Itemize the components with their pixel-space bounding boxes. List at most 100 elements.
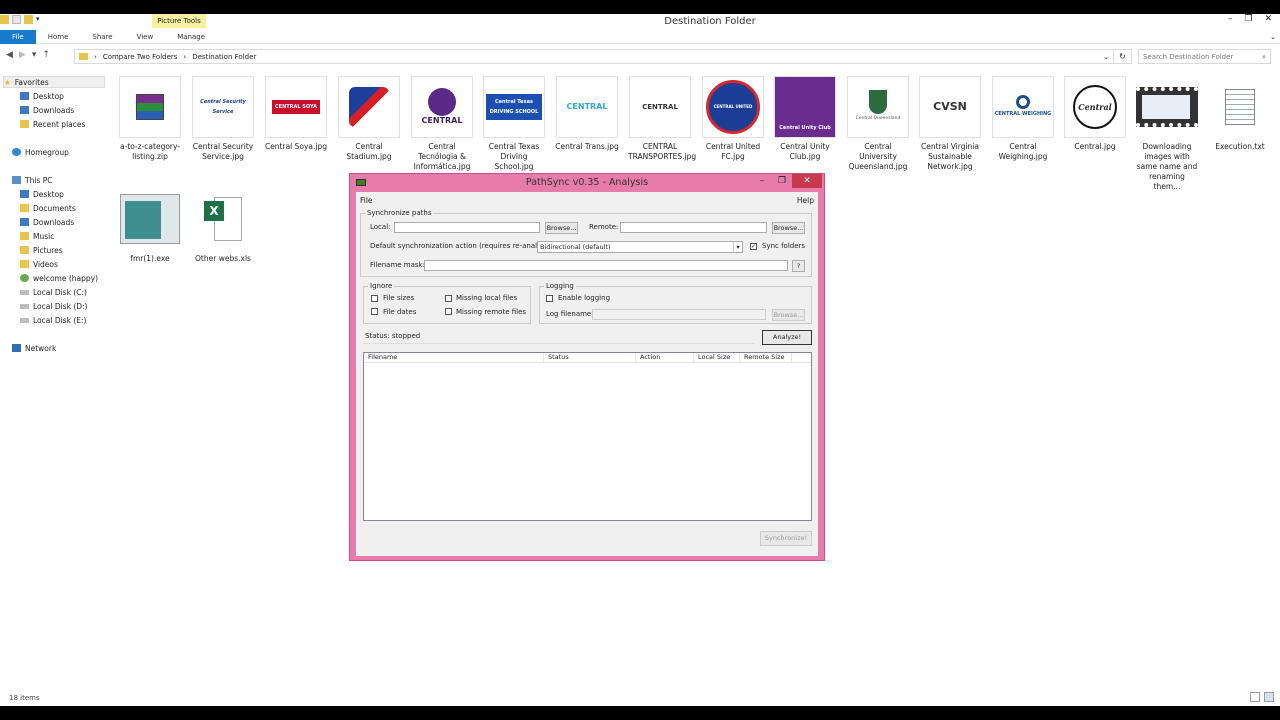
maximize-button[interactable]: ❐ xyxy=(1244,14,1252,24)
log-filename-label: Log filename: xyxy=(546,310,594,318)
nav-desktop[interactable]: Desktop xyxy=(20,90,64,102)
back-icon[interactable]: ◀ xyxy=(6,50,13,60)
sync-folders-checkbox[interactable]: ✓ xyxy=(750,243,757,250)
pictures-icon xyxy=(20,246,29,254)
tab-view[interactable]: View xyxy=(125,30,166,44)
forward-icon[interactable]: ▶ xyxy=(19,50,26,60)
nav-music[interactable]: Music xyxy=(20,230,54,242)
tab-manage[interactable]: Manage xyxy=(165,30,217,44)
tab-share[interactable]: Share xyxy=(80,30,124,44)
nav-pc-desktop[interactable]: Desktop xyxy=(20,188,64,200)
address-box[interactable]: › Compare Two Folders › Destination Fold… xyxy=(74,49,1114,64)
downloads-icon xyxy=(20,106,29,114)
remote-label: Remote: xyxy=(589,223,619,231)
file-central-soya[interactable]: CENTRAL SOYA Central Soya.jpg xyxy=(264,76,328,152)
file-central-stadium[interactable]: Central Stadium.jpg xyxy=(337,76,401,162)
search-placeholder: Search Destination Folder xyxy=(1143,53,1234,61)
nav-documents[interactable]: Documents xyxy=(20,202,76,214)
up-icon[interactable]: ↑ xyxy=(42,50,50,60)
file-list[interactable]: Filename Status Action Local Size Remote… xyxy=(363,352,812,521)
column-remote-size[interactable]: Remote Size xyxy=(740,353,792,362)
nav-disk-d[interactable]: Local Disk (D:) xyxy=(20,300,87,312)
file-a-to-z-category-listing[interactable]: a-to-z-category-listing.zip xyxy=(118,76,182,162)
default-action-select[interactable]: Bidirectional (default) ▾ xyxy=(537,241,743,253)
tab-home[interactable]: Home xyxy=(36,30,81,44)
ignore-file-sizes-checkbox[interactable] xyxy=(371,295,378,302)
maximize-button[interactable]: ❐ xyxy=(772,174,792,188)
nav-this-pc[interactable]: This PC xyxy=(12,174,52,186)
nav-recent-places[interactable]: Recent places xyxy=(20,118,85,130)
user-folder-icon xyxy=(20,274,29,282)
file-central-tecnologia[interactable]: CENTRAL Central Tecnólogia & Informática… xyxy=(410,76,474,172)
expand-ribbon-icon[interactable]: ⌄ xyxy=(1270,30,1280,43)
synchronize-button[interactable]: Synchronize! xyxy=(760,531,812,546)
column-status[interactable]: Status xyxy=(544,353,636,362)
log-filename-input[interactable] xyxy=(592,309,766,320)
remote-browse-button[interactable]: Browse... xyxy=(772,222,805,234)
breadcrumb-destination-folder[interactable]: Destination Folder xyxy=(192,53,256,61)
nav-pc-downloads[interactable]: Downloads xyxy=(20,216,74,228)
address-dropdown-icon[interactable]: ⌄ xyxy=(1103,53,1109,61)
mask-help-button[interactable]: ? xyxy=(792,260,805,272)
search-input[interactable]: Search Destination Folder ⌕ xyxy=(1138,49,1271,64)
file-central-unity-club[interactable]: Central Unity Club Central Unity Club.jp… xyxy=(773,76,837,162)
refresh-button[interactable]: ↻ xyxy=(1114,49,1132,64)
file-central-weighing[interactable]: CENTRAL WEIGHING Central Weighing.jpg xyxy=(991,76,1055,162)
nav-disk-e[interactable]: Local Disk (E:) xyxy=(20,314,86,326)
nav-welcome-happy[interactable]: welcome (happy) xyxy=(20,272,98,284)
close-button[interactable]: ✕ xyxy=(792,174,822,188)
ignore-missing-remote-checkbox[interactable] xyxy=(445,308,452,315)
recent-chevron-icon[interactable]: ▾ xyxy=(32,50,37,60)
remote-path-input[interactable] xyxy=(620,222,767,233)
file-other-webs-xls[interactable]: X Other webs.xls xyxy=(191,188,255,264)
breadcrumb-compare-two-folders[interactable]: Compare Two Folders xyxy=(103,53,178,61)
column-local-size[interactable]: Local Size xyxy=(694,353,740,362)
logo-thumbnail: CENTRAL xyxy=(556,76,618,138)
menu-help[interactable]: Help xyxy=(797,196,814,205)
analyze-button[interactable]: Analyze! xyxy=(762,330,812,345)
minimize-button[interactable]: – xyxy=(752,174,772,188)
ignore-missing-local-checkbox[interactable] xyxy=(445,295,452,302)
nav-pictures[interactable]: Pictures xyxy=(20,244,63,256)
enable-logging-label: Enable logging xyxy=(558,294,611,302)
file-central-united-fc[interactable]: CENTRAL UNITED Central United FC.jpg xyxy=(701,76,765,162)
breadcrumb-separator: › xyxy=(183,52,187,61)
nav-favorites[interactable]: ★ Favorites xyxy=(3,76,105,88)
logo-thumbnail: CVSN xyxy=(919,76,981,138)
minimize-button[interactable]: – xyxy=(1228,14,1233,24)
nav-homegroup[interactable]: Homegroup xyxy=(12,146,69,158)
file-central-university-queensland[interactable]: Central Queensland Central University Qu… xyxy=(846,76,910,172)
file-fmr-exe[interactable]: fmr(1).exe xyxy=(118,188,182,264)
file-central-security-service[interactable]: Central Security Service Central Securit… xyxy=(191,76,255,162)
sync-folders-label: Sync folders xyxy=(762,242,806,250)
dialog-menubar: File Help xyxy=(356,192,818,206)
nav-disk-c[interactable]: Local Disk (C:) xyxy=(20,286,87,298)
nav-downloads[interactable]: Downloads xyxy=(20,104,74,116)
file-central-texas-driving-school[interactable]: Central Texas DRIVING SCHOOL Central Tex… xyxy=(482,76,546,172)
file-central-transportes[interactable]: CENTRAL CENTRAL TRANSPORTES.jpg xyxy=(628,76,696,162)
close-button[interactable]: ✕ xyxy=(1264,14,1272,24)
logo-thumbnail: Central Texas DRIVING SCHOOL xyxy=(483,76,545,138)
column-filename[interactable]: Filename xyxy=(364,353,544,362)
file-central-virginia-sustainable-network[interactable]: CVSN Central Virginia Sustainable Networ… xyxy=(918,76,982,172)
file-execution-txt[interactable]: Execution.txt xyxy=(1208,76,1272,152)
file-central-trans[interactable]: CENTRAL Central Trans.jpg xyxy=(555,76,619,152)
text-document-icon xyxy=(1209,76,1271,138)
local-browse-button[interactable]: Browse... xyxy=(545,222,578,234)
file-central[interactable]: Central Central.jpg xyxy=(1063,76,1127,152)
column-action[interactable]: Action xyxy=(636,353,694,362)
tab-file[interactable]: File xyxy=(0,30,36,44)
log-browse-button[interactable]: Browse... xyxy=(772,309,805,321)
details-view-icon[interactable] xyxy=(1250,692,1260,702)
enable-logging-checkbox[interactable] xyxy=(546,295,553,302)
address-bar-row: ◀ ▶ ▾ ↑ › Compare Two Folders › Destinat… xyxy=(0,49,1280,65)
filename-mask-input[interactable] xyxy=(424,260,788,271)
ignore-file-dates-checkbox[interactable] xyxy=(371,308,378,315)
large-icons-view-icon[interactable] xyxy=(1264,692,1274,702)
local-path-input[interactable] xyxy=(394,222,540,233)
nav-network[interactable]: Network xyxy=(12,342,56,354)
menu-file[interactable]: File xyxy=(360,196,373,205)
local-label: Local: xyxy=(370,223,391,231)
nav-videos[interactable]: Videos xyxy=(20,258,58,270)
file-downloading-images-video[interactable]: Downloading images with same name and re… xyxy=(1135,76,1199,192)
